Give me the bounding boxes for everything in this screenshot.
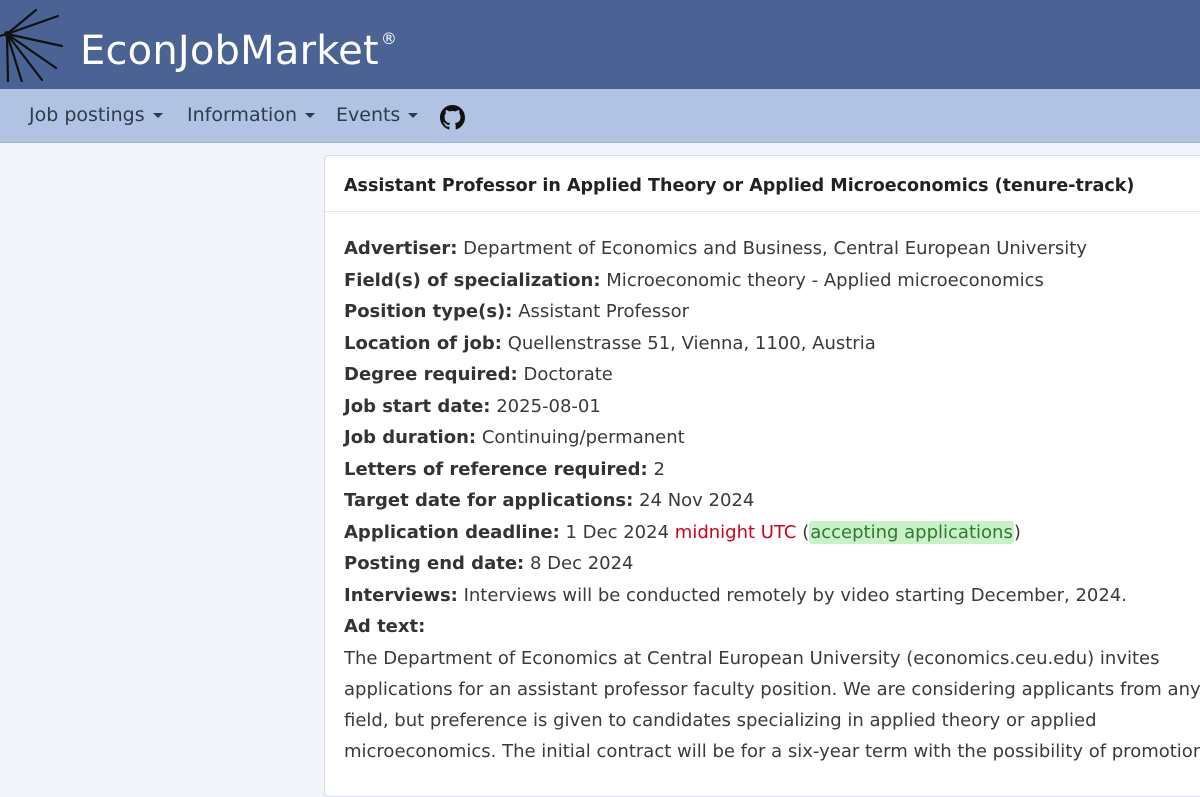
posting-details: Advertiser: Department of Economics and … [344,233,1200,768]
field-position-type: Position type(s): Assistant Professor [344,301,690,322]
field-target-date: Target date for applications: 24 Nov 202… [344,490,755,511]
field-duration: Job duration: Continuing/permanent [344,427,685,448]
caret-down-icon [304,113,315,118]
ad-text-line: field, but preference is given to candid… [344,710,1097,732]
github-icon[interactable] [440,105,465,130]
field-letters: Letters of reference required: 2 [344,458,665,480]
caret-down-icon [408,113,419,118]
field-location: Location of job: Quellenstrasse 51, Vien… [344,332,876,354]
field-advertiser: Advertiser: Department of Economics and … [344,238,1088,259]
field-interviews: Interviews: Interviews will be conducted… [344,584,1128,606]
field-start-date: Job start date: 2025-08-01 [344,395,601,417]
field-ad-text-label: Ad text: [344,616,426,637]
posting-title: Assistant Professor in Applied Theory or… [325,156,1200,212]
starburst-logo-icon[interactable] [0,6,64,82]
ad-text-line: The Department of Economics at Central E… [344,647,1160,669]
nav-job-postings[interactable]: Job postings [29,89,163,142]
ad-text-line: applications for an assistant professor … [344,678,1200,700]
site-header: EconJobMarket ® [0,0,1200,89]
field-end-date: Posting end date: 8 Dec 2024 [344,553,634,574]
job-posting-card: Assistant Professor in Applied Theory or… [324,155,1200,797]
field-specialization: Field(s) of specialization: Microeconomi… [344,269,1044,291]
field-degree: Degree required: Doctorate [344,364,613,385]
status-badge: accepting applications [809,520,1014,544]
ad-text-line: microeconomics. The initial contract wil… [344,741,1200,763]
nav-events[interactable]: Events [336,89,419,142]
nav-information[interactable]: Information [187,89,315,142]
caret-down-icon [152,113,163,118]
deadline-time: midnight UTC [674,521,797,543]
registered-mark: ® [380,29,398,48]
ad-text: The Department of Economics at Central E… [344,643,1200,768]
brand-name[interactable]: EconJobMarket ® [80,14,397,76]
field-deadline: Application deadline: 1 Dec 2024 midnigh… [344,520,1021,544]
main-nav: Job postings Information Events [0,89,1200,143]
